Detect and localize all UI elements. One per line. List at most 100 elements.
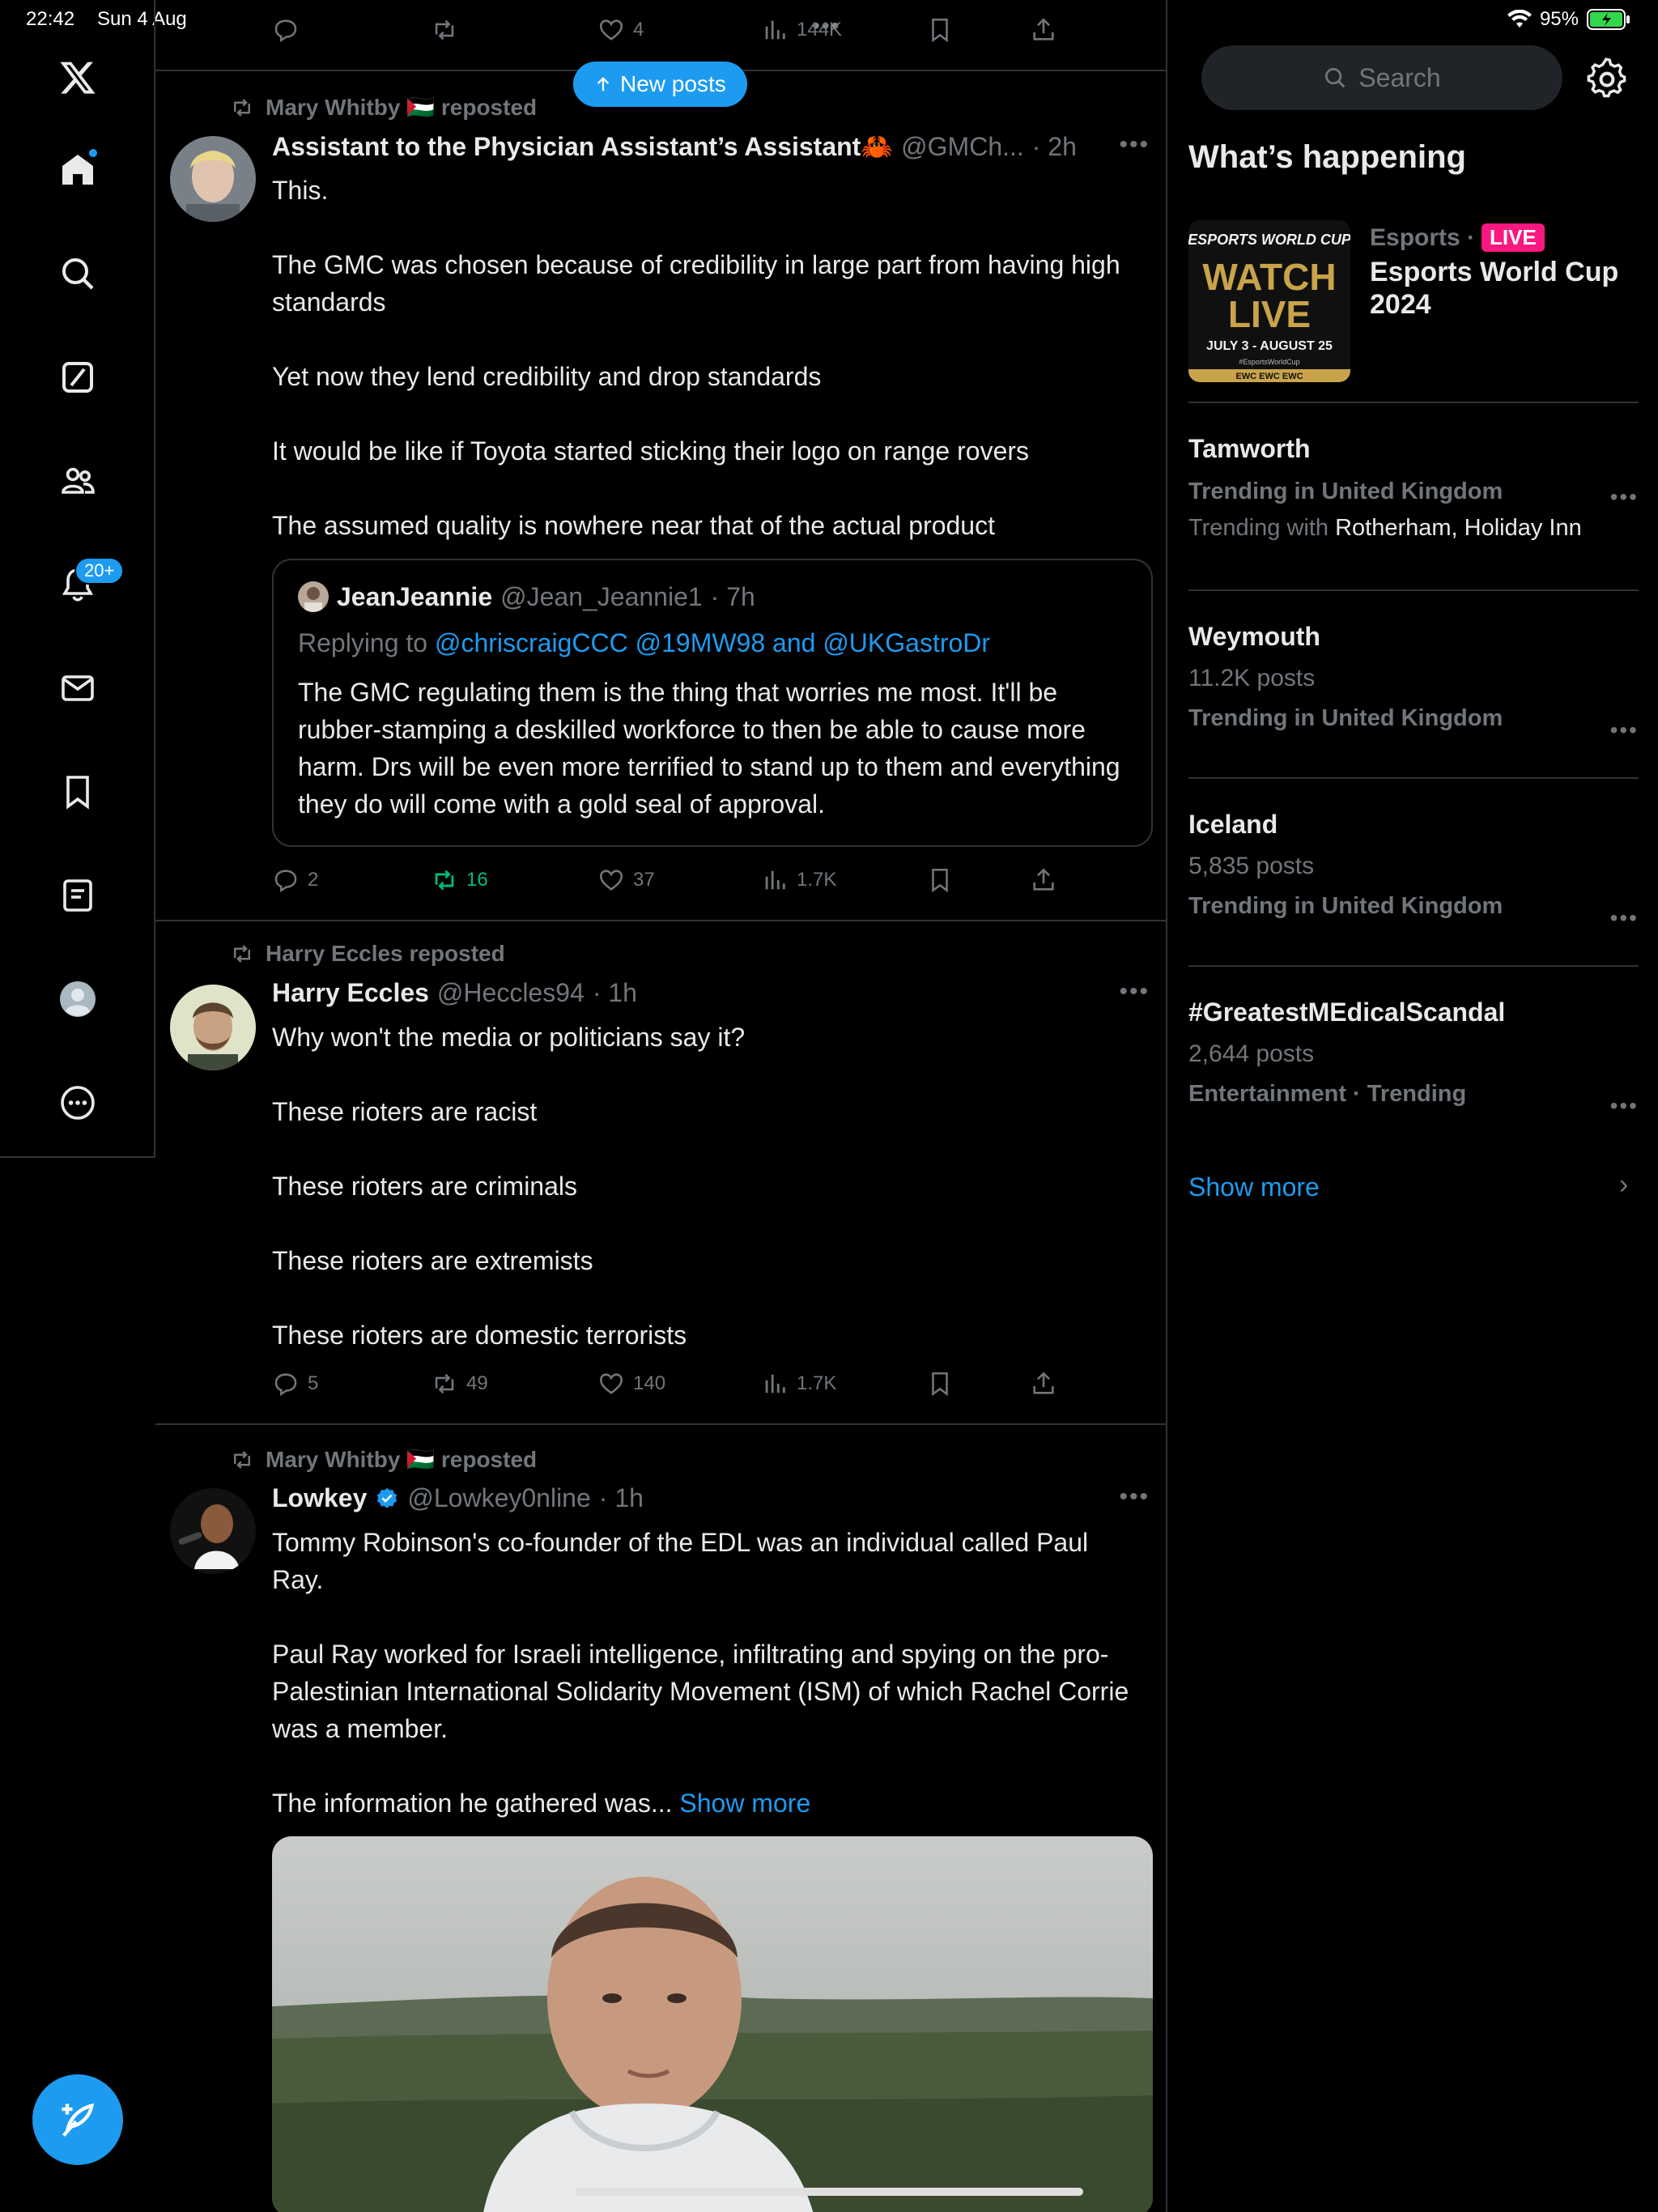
truncated-text: The information he gathered was... (272, 1789, 673, 1818)
nav-bookmarks[interactable] (49, 763, 107, 821)
nav-messages[interactable] (49, 659, 107, 717)
nav-explore[interactable] (49, 245, 107, 303)
replying-to-mentions[interactable]: @chriscraigCCC @19MW98 and @UKGastroDr (435, 628, 990, 657)
profile-avatar-icon (60, 981, 96, 1017)
tweet-paragraph: These rioters are domestic terrorists (272, 1321, 687, 1350)
tweet-paragraph: These rioters are extremists (272, 1246, 593, 1275)
live-badge: LIVE (1482, 223, 1545, 252)
trend-item[interactable]: #GreatestMEdicalScandal 2,644 posts Ente… (1188, 998, 1639, 1118)
reply-icon (274, 1373, 297, 1397)
share-button[interactable] (1030, 866, 1057, 894)
share-icon (1033, 18, 1054, 40)
repost-icon (435, 870, 454, 891)
repost-by: Mary Whitby 🇵🇸 reposted (266, 1447, 538, 1472)
nav-notifications[interactable]: 20+ (49, 555, 125, 614)
trend-more-button[interactable]: ••• (1610, 717, 1639, 743)
avatar[interactable] (170, 1488, 256, 1574)
handle[interactable]: @GMCh... (901, 132, 1024, 162)
home-unread-dot (87, 147, 99, 159)
trend-context: Trending in United Kingdom (1188, 705, 1503, 731)
views-button[interactable]: 1.7K (761, 1370, 836, 1397)
nav-grok[interactable] (49, 348, 107, 406)
trend-item[interactable]: Tamworth Trending in United Kingdom ••• … (1188, 434, 1639, 542)
display-name[interactable]: Lowkey (272, 1483, 367, 1513)
nav-communities[interactable] (49, 452, 107, 510)
views-button[interactable]: 1.7K (761, 866, 836, 894)
bookmark-button[interactable] (926, 1370, 954, 1397)
handle[interactable]: @Lowkey0nline (407, 1483, 590, 1513)
more-options-button[interactable]: ••• (1119, 131, 1150, 159)
like-button[interactable]: 37 (597, 866, 655, 894)
tweet-paragraph: These rioters are racist (272, 1097, 538, 1126)
search-input[interactable]: Search (1201, 45, 1562, 110)
share-button[interactable] (1030, 1370, 1057, 1397)
share-button[interactable] (1030, 16, 1057, 44)
avatar[interactable] (170, 985, 256, 1070)
tweet-media-video[interactable] (272, 1836, 1153, 2212)
like-button[interactable]: 4 (597, 16, 644, 44)
trend-item[interactable]: Weymouth 11.2K posts Trending in United … (1188, 622, 1639, 742)
avatar-image (170, 136, 256, 222)
avatar-image (170, 1488, 256, 1574)
reply-icon (274, 19, 297, 43)
home-indicator[interactable] (575, 2188, 1083, 2196)
more-options-button[interactable]: ••• (1119, 1483, 1150, 1511)
live-event-card[interactable]: ESPORTS WORLD CUP WATCH LIVE JULY 3 - AU… (1188, 220, 1639, 382)
repost-icon (234, 945, 250, 963)
settings-button[interactable] (1585, 57, 1629, 100)
trend-more-button[interactable]: ••• (1610, 905, 1639, 931)
bookmark-icon (932, 1372, 948, 1397)
chevron-right-icon: › (1619, 1169, 1629, 1200)
side-nav: 20+ (0, 0, 155, 1158)
quote-timestamp: · 7h (710, 581, 755, 611)
search-icon (62, 258, 94, 290)
reply-button[interactable]: 5 (272, 1370, 318, 1397)
repost-button[interactable]: 16 (431, 866, 488, 894)
more-options-button[interactable]: ••• (1119, 978, 1150, 1006)
reply-icon (274, 870, 297, 893)
timestamp[interactable]: · 1h (593, 978, 637, 1008)
views-button[interactable]: 144K (761, 16, 842, 44)
repost-context: Mary Whitby 🇵🇸 reposted (230, 94, 537, 121)
repost-button[interactable]: 49 (431, 1370, 488, 1397)
quoted-tweet[interactable]: JeanJeannie @Jean_Jeannie1 · 7h Replying… (272, 559, 1153, 847)
tweet[interactable]: Mary Whitby 🇵🇸 reposted Assistant to the… (155, 73, 1166, 921)
handle[interactable]: @Heccles94 (437, 978, 585, 1008)
x-logo[interactable] (49, 49, 107, 107)
trend-more-button[interactable]: ••• (1610, 1093, 1639, 1119)
tweet[interactable]: Harry Eccles reposted Harry Eccles @Hecc… (155, 921, 1166, 1425)
divider (1188, 402, 1639, 403)
nav-home[interactable] (49, 141, 107, 199)
like-button[interactable]: 140 (597, 1370, 665, 1397)
notifications-badge: 20+ (74, 557, 125, 585)
trend-more-button[interactable]: ••• (1610, 484, 1639, 510)
show-more-link[interactable]: Show more (679, 1789, 810, 1818)
tweet-header: Assistant to the Physician Assistant’s A… (272, 131, 1077, 162)
avatar[interactable] (170, 136, 256, 222)
timestamp[interactable]: · 1h (599, 1483, 644, 1513)
nav-lists[interactable] (49, 866, 107, 925)
display-name[interactable]: Harry Eccles (272, 978, 429, 1008)
reply-button[interactable] (272, 16, 300, 44)
trend-item[interactable]: Iceland 5,835 posts Trending in United K… (1188, 810, 1639, 930)
like-count: 4 (633, 19, 644, 40)
divider (1188, 965, 1639, 967)
views-icon (765, 1374, 785, 1393)
trend-post-count: 2,644 posts (1188, 1040, 1315, 1067)
nav-more[interactable] (49, 1074, 107, 1132)
divider (1188, 777, 1639, 779)
bookmark-button[interactable] (926, 866, 954, 894)
poster-dates: JULY 3 - AUGUST 25 (1206, 339, 1333, 353)
nav-profile[interactable] (49, 970, 107, 1028)
timestamp[interactable]: · 2h (1032, 132, 1077, 162)
compose-post-button[interactable] (32, 2074, 123, 2165)
reply-button[interactable]: 2 (272, 866, 318, 894)
repost-button[interactable] (431, 16, 458, 44)
quote-header: JeanJeannie @Jean_Jeannie1 · 7h (298, 581, 755, 612)
timeline[interactable]: 4 144K New posts Mary Whitby 🇵🇸 reposted… (155, 0, 1167, 2212)
bookmark-button[interactable] (926, 16, 954, 44)
display-name[interactable]: Assistant to the Physician Assistant’s A… (272, 131, 893, 162)
gear-icon (1587, 57, 1626, 98)
show-more-link[interactable]: Show more (1188, 1172, 1320, 1202)
trend-related: Trending with Rotherham, Holiday Inn (1188, 515, 1639, 542)
